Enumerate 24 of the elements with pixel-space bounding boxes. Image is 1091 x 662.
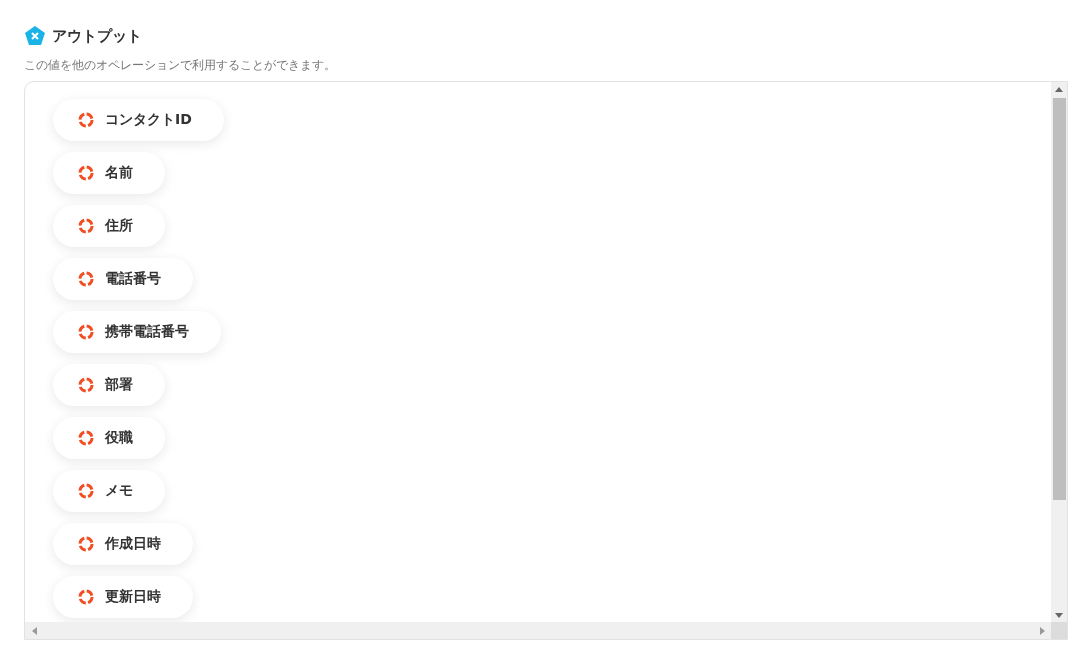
ring-icon xyxy=(78,218,94,234)
output-chip[interactable]: 住所 xyxy=(53,205,165,247)
ring-icon xyxy=(78,589,94,605)
section-title: アウトプット xyxy=(52,26,142,46)
scrollbar-thumb[interactable] xyxy=(1052,98,1066,500)
logo-icon xyxy=(24,25,46,47)
ring-icon xyxy=(78,112,94,128)
output-chip[interactable]: 名前 xyxy=(53,152,165,194)
ring-icon xyxy=(78,483,94,499)
ring-icon xyxy=(78,271,94,287)
ring-icon xyxy=(78,324,94,340)
ring-icon xyxy=(78,377,94,393)
ring-icon xyxy=(78,430,94,446)
output-chip[interactable]: コンタクトID xyxy=(53,99,224,141)
output-chip[interactable]: 部署 xyxy=(53,364,165,406)
ring-icon xyxy=(78,536,94,552)
output-chip[interactable]: 作成日時 xyxy=(53,523,193,565)
output-chip[interactable]: 電話番号 xyxy=(53,258,193,300)
output-chip[interactable]: メモ xyxy=(53,470,165,512)
output-chip[interactable]: 携帯電話番号 xyxy=(53,311,221,353)
output-chip[interactable]: 更新日時 xyxy=(53,576,193,618)
section-description: この値を他のオペレーションで利用することができます。 xyxy=(24,57,337,74)
ring-icon xyxy=(78,165,94,181)
output-chip[interactable]: 役職 xyxy=(53,417,165,459)
